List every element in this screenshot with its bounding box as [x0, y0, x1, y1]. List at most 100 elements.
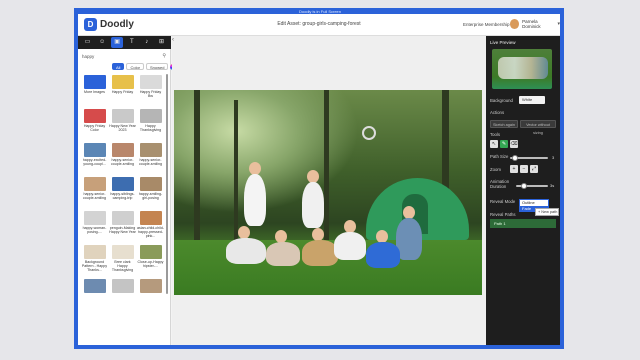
asset-item[interactable]: Background Pattern - Happy Thanks... [81, 244, 108, 276]
asset-item[interactable]: Happy Thanksgiving [137, 108, 164, 140]
path-item[interactable]: Path 1 [490, 219, 556, 228]
asset-thumbnail [83, 245, 106, 259]
eraser-tool-icon[interactable]: ⌫ [510, 140, 518, 148]
asset-thumbnail [83, 177, 106, 191]
filter-color[interactable]: Color [126, 63, 145, 70]
text-icon[interactable]: T [126, 37, 138, 48]
vector-button[interactable]: Vector without sizing [520, 120, 556, 135]
asset-item[interactable]: happy-senior-couple-smiling [109, 142, 136, 174]
asset-item[interactable]: happy-woman-posing-... [81, 210, 108, 242]
zoom-fit-icon[interactable]: ⤢ [530, 165, 538, 173]
search-input[interactable]: happy ⚲ [82, 52, 166, 60]
asset-item[interactable]: More Images [81, 74, 108, 106]
asset-item[interactable] [109, 278, 136, 310]
filter-snowed[interactable]: Snowed [146, 63, 169, 70]
reveal-paths-label: Reveal Paths [490, 212, 516, 217]
window-frame-bottom [74, 345, 564, 349]
animation-duration-label: Animation Duration [490, 179, 510, 189]
avatar [510, 19, 520, 29]
tree-trunk [234, 100, 238, 240]
asset-label: happy-senior-couple-smiling [111, 158, 134, 167]
asset-label: happy-senior-couple-smiling [83, 192, 106, 201]
asset-thumbnail [111, 279, 134, 293]
asset-label: happy-siblings-camping-trip [110, 192, 135, 201]
image-icon[interactable]: ▭ [81, 37, 93, 48]
scrollbar[interactable] [166, 74, 168, 294]
search-icon[interactable]: ⚲ [162, 53, 166, 59]
asset-item[interactable]: happy-siblings-camping-trip [109, 176, 136, 208]
live-preview-panel: Live Preview Background White Actions Sk… [486, 36, 560, 345]
asset-item[interactable]: happy-senior-couple-smiling [137, 142, 164, 174]
asset-label: Happy Friday [111, 90, 134, 94]
path-size-value: 3 [552, 155, 555, 160]
pointer-tool-icon[interactable]: ↖ [490, 140, 498, 148]
asset-label: Happy Friday Bw [139, 90, 162, 99]
asset-item[interactable]: Happy Friday [109, 74, 136, 106]
asset-thumbnail [139, 211, 162, 225]
zoom-out-icon[interactable]: − [520, 165, 528, 173]
asset-item[interactable]: happy-excited-young-coupl... [81, 142, 108, 174]
user-menu[interactable]: Parnela Dominick ▾ [510, 19, 560, 29]
asset-item[interactable] [137, 278, 164, 310]
asset-item[interactable]: Happy Friday Color [81, 108, 108, 140]
asset-item[interactable]: Happy New Year 2023 [109, 108, 136, 140]
asset-item[interactable]: Close-up-Happy hipster-... [137, 244, 164, 276]
path-size-knob[interactable] [512, 155, 518, 161]
cart-icon[interactable]: ⊞ [156, 37, 168, 48]
asset-label: Happy Friday Color [83, 124, 106, 133]
asset-thumbnail [139, 109, 162, 123]
music-icon[interactable]: ♪ [141, 37, 153, 48]
editor-canvas[interactable]: ‹ [172, 36, 486, 345]
filter-all[interactable]: All [112, 63, 125, 70]
canvas-image[interactable] [174, 90, 482, 295]
asset-item[interactable]: Happy Friday Bw [137, 74, 164, 106]
sketch-again-button[interactable]: Sketch again [490, 120, 518, 128]
asset-label: happy-smiling-girl-posing [138, 192, 163, 201]
asset-thumbnail [139, 245, 162, 259]
reveal-mode-label: Reveal Mode [490, 199, 516, 204]
asset-item[interactable]: happy-senior-couple-smiling [81, 176, 108, 208]
background-select[interactable]: White [519, 96, 545, 104]
hat [362, 126, 376, 140]
asset-label: Happy New Year 2023 [109, 124, 136, 133]
asset-label: Bree clark Happy Thanksgiving [111, 260, 134, 273]
collapse-sidebar-icon[interactable]: ‹ [172, 37, 174, 43]
asset-label: happy-woman-posing-... [82, 226, 107, 235]
user-name: Parnela Dominick [522, 19, 541, 29]
asset-item[interactable]: asian-child-child-happy-pressed-pink... [137, 210, 164, 242]
app-header: D Doodly Edit Asset: group-girls-camping… [78, 14, 560, 36]
asset-item[interactable]: Bree clark Happy Thanksgiving [109, 244, 136, 276]
asset-thumbnail [83, 109, 106, 123]
asset-thumbnail [111, 143, 134, 157]
tree-trunk [324, 90, 329, 240]
asset-thumbnail [139, 75, 162, 89]
window-frame-right [560, 8, 564, 348]
people-icon[interactable]: ☺ [96, 37, 108, 48]
props-icon[interactable]: ▣ [111, 37, 124, 48]
asset-sidebar: ▭ ☺ ▣ T ♪ ⊞ happy ⚲ All Color Snowed Mor… [78, 36, 177, 345]
kid-body [266, 242, 300, 266]
kid-body [226, 238, 266, 264]
kid-body [302, 182, 324, 228]
asset-thumbnail [111, 109, 134, 123]
asset-item[interactable]: penguin-Making Happy New Year [109, 210, 136, 242]
filter-group: All Color Snowed [112, 63, 177, 70]
zoom-in-icon[interactable]: + [510, 165, 518, 173]
path-size-label: Path Size [490, 154, 509, 159]
live-preview-image [492, 49, 552, 89]
app-window: D Doodly Edit Asset: group-girls-camping… [78, 14, 560, 345]
animation-duration-knob[interactable] [521, 183, 527, 189]
panel-title: Live Preview [490, 40, 516, 45]
asset-label: Happy Thanksgiving [139, 124, 162, 133]
new-path-label: New path [541, 210, 558, 214]
asset-item[interactable]: happy-smiling-girl-posing [137, 176, 164, 208]
asset-thumbnail [83, 211, 106, 225]
asset-thumbnail [83, 75, 106, 89]
asset-label: happy-senior-couple-smiling [139, 158, 162, 167]
asset-thumbnail [139, 279, 162, 293]
asset-item[interactable] [81, 278, 108, 310]
asset-label: penguin-Making Happy New Year [109, 226, 136, 235]
new-path-button[interactable]: + New path [535, 208, 559, 216]
pen-tool-icon[interactable]: ✎ [500, 140, 508, 148]
kid-body [244, 174, 266, 226]
